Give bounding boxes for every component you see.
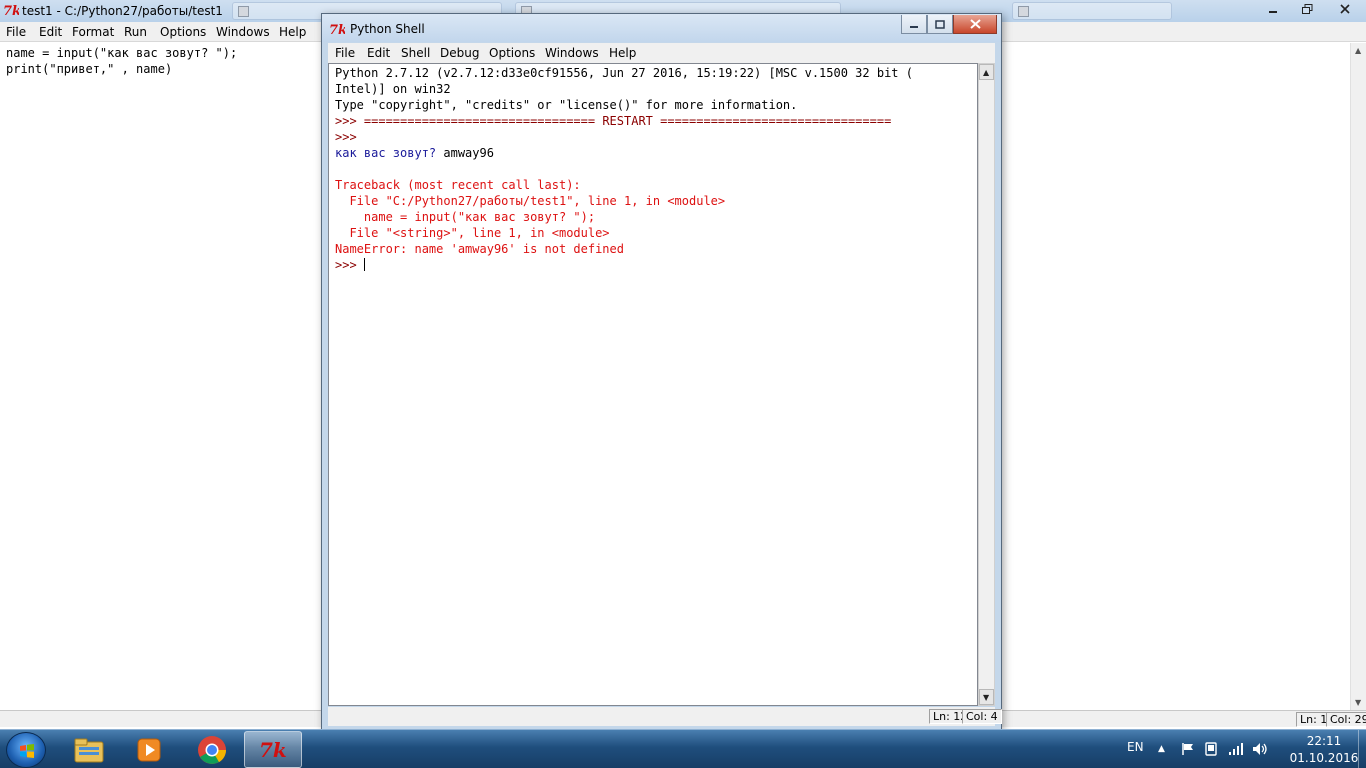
minimize-icon (1269, 11, 1277, 13)
tray-language[interactable]: EN (1127, 740, 1144, 754)
shell-maximize-button[interactable] (927, 15, 953, 34)
media-player-icon (137, 738, 161, 761)
shell-menu-options[interactable]: Options (489, 46, 535, 60)
taskbar-chrome[interactable] (183, 731, 241, 768)
chrome-icon (198, 735, 226, 764)
scroll-down-button[interactable]: ▼ (979, 689, 994, 705)
shell-titlebar[interactable]: 7k Python Shell (322, 14, 1001, 42)
editor-window-controls (1256, 0, 1366, 20)
action-center-flag-icon[interactable] (1181, 742, 1195, 759)
editor-menu-edit[interactable]: Edit (39, 25, 62, 39)
shell-prompt: >>> (335, 130, 364, 144)
shell-menu-edit[interactable]: Edit (367, 46, 390, 60)
taskbar-idle[interactable]: 7k (244, 731, 302, 768)
shell-prompt: >>> (335, 258, 364, 272)
close-button[interactable] (1324, 0, 1366, 18)
close-icon (969, 19, 981, 29)
shell-col-indicator: Col: 4 (962, 709, 1002, 724)
traceback-line: File "<string>", line 1, in <module> (335, 226, 610, 240)
editor-menu-help[interactable]: Help (279, 25, 306, 39)
shell-statusbar: Ln: 12 Col: 4 (328, 707, 1002, 726)
editor-menu-options[interactable]: Options (160, 25, 206, 39)
close-icon (1340, 4, 1350, 14)
python-shell-window: 7k Python Shell File Edit Shell Debug Op… (321, 13, 1002, 730)
taskbar-media-player[interactable] (120, 731, 178, 768)
windows-taskbar: 7k EN ▲ 22:11 01.10.2016 (0, 729, 1366, 768)
svg-text:7k: 7k (3, 4, 19, 17)
show-desktop-button[interactable] (1358, 730, 1366, 768)
banner-line: Intel)] on win32 (335, 82, 451, 96)
tk-logo-icon: 7k (3, 3, 21, 20)
minimize-icon (910, 25, 918, 28)
user-input-text: amway96 (443, 146, 494, 160)
device-icon[interactable] (1204, 742, 1218, 759)
svg-text:7k: 7k (259, 738, 287, 762)
banner-line: Python 2.7.12 (v2.7.12:d33e0cf91556, Jun… (335, 66, 913, 80)
traceback-line: Traceback (most recent call last): (335, 178, 581, 192)
scroll-up-arrow-icon[interactable]: ▲ (1355, 46, 1361, 55)
error-message-line: NameError: name 'amway96' is not defined (335, 242, 624, 256)
shell-minimize-button[interactable] (901, 15, 927, 34)
traceback-line: name = input("как вас зовут? "); (335, 210, 596, 224)
maximize-icon (935, 19, 945, 29)
shell-menubar: File Edit Shell Debug Options Windows He… (328, 43, 995, 63)
start-button[interactable] (6, 732, 46, 768)
editor-menu-format[interactable]: Format (72, 25, 114, 39)
shell-menu-shell[interactable]: Shell (401, 46, 430, 60)
editor-window-title: test1 - C:/Python27/работы/test1 (22, 4, 223, 18)
clock-time[interactable]: 22:11 (1294, 734, 1354, 748)
text-cursor (363, 258, 365, 271)
shell-menu-help[interactable]: Help (609, 46, 636, 60)
window-icon (1018, 6, 1029, 17)
shell-menu-file[interactable]: File (335, 46, 355, 60)
traceback-line: File "C:/Python27/работы/test1", line 1,… (335, 194, 726, 208)
shell-window-controls (901, 15, 997, 34)
restart-banner: ================================ RESTART… (363, 114, 892, 128)
shell-output-area[interactable]: Python 2.7.12 (v2.7.12:d33e0cf91556, Jun… (328, 63, 978, 706)
show-hidden-icons-icon[interactable]: ▲ (1158, 744, 1165, 754)
windows-logo-icon (20, 744, 34, 758)
shell-vertical-scrollbar[interactable]: ▲ ▼ (978, 63, 995, 706)
input-prompt-text: как вас зовут? (335, 146, 444, 160)
tk-logo-icon: 7k (329, 22, 347, 39)
scroll-up-arrow-icon: ▲ (983, 68, 990, 77)
tk-logo-icon: 7k (259, 738, 287, 762)
scroll-up-button[interactable]: ▲ (979, 64, 994, 80)
clock-date[interactable]: 01.10.2016 (1284, 751, 1364, 765)
restore-icon (1301, 4, 1312, 14)
shell-close-button[interactable] (953, 15, 997, 34)
background-window-tab[interactable] (1012, 2, 1172, 20)
svg-text:7k: 7k (329, 23, 345, 36)
editor-vertical-scrollbar[interactable]: ▲ ▼ (1350, 43, 1366, 710)
shell-window-title: Python Shell (350, 22, 425, 36)
editor-col-indicator: Col: 29 (1326, 712, 1366, 727)
network-signal-icon[interactable] (1228, 742, 1244, 759)
scroll-down-arrow-icon[interactable]: ▼ (1355, 698, 1361, 707)
editor-menu-windows[interactable]: Windows (216, 25, 270, 39)
window-icon (238, 6, 249, 17)
shell-menu-debug[interactable]: Debug (440, 46, 479, 60)
editor-menu-file[interactable]: File (6, 25, 26, 39)
taskbar-explorer[interactable] (60, 731, 118, 768)
folder-icon (74, 738, 104, 762)
banner-line: Type "copyright", "credits" or "license(… (335, 98, 798, 112)
shell-menu-windows[interactable]: Windows (545, 46, 599, 60)
volume-icon[interactable] (1252, 742, 1268, 759)
minimize-button[interactable] (1256, 0, 1290, 18)
shell-prompt: >>> (335, 114, 364, 128)
scroll-down-arrow-icon: ▼ (983, 693, 990, 702)
restore-button[interactable] (1290, 0, 1324, 18)
editor-menu-run[interactable]: Run (124, 25, 147, 39)
